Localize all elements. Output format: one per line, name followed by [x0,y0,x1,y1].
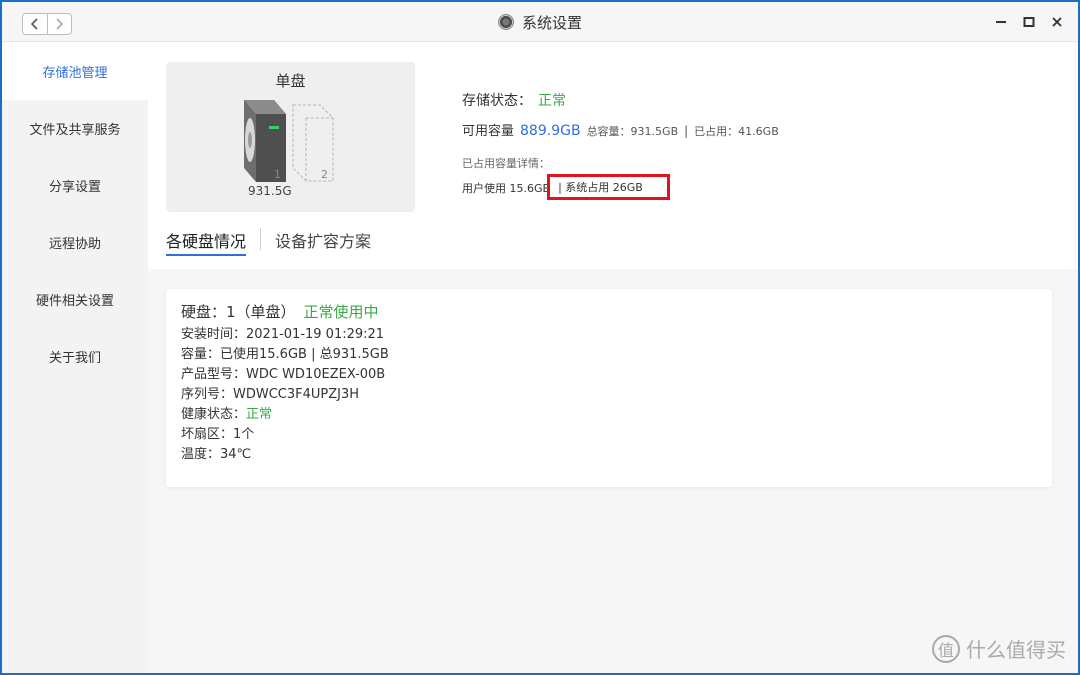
maximize-icon [1023,17,1035,27]
sidebar-item-share-settings[interactable]: 分享设置 [2,157,148,214]
temperature: 温度：34℃ [181,447,252,462]
system-usage-highlight: | 系统占用 26GB [547,174,670,200]
sidebar-item-remote-assist[interactable]: 远程协助 [2,214,148,271]
pool-type-title: 单盘 [275,72,306,90]
sidebar-item-file-sharing[interactable]: 文件及共享服务 [2,100,148,157]
disk-capacity: 容量：已使用15.6GB | 总931.5GB [181,347,389,362]
capacity-line: 可用容量 889.9GB 总容量：931.5GB | 已占用：41.6GB [462,120,779,139]
storage-status: 存储状态： 正常 可用容量 889.9GB 总容量：931.5GB | 已占用：4… [462,90,779,201]
minimize-button[interactable] [994,14,1008,30]
bad-sectors: 坏扇区：1个 [181,427,255,442]
status-label: 存储状态： [462,93,532,109]
disk-name: 硬盘：1（单盘） [181,303,296,321]
status-line: 存储状态： 正常 [462,90,779,110]
health-label: 健康状态： [181,407,247,422]
watermark-logo: 值 [932,634,960,663]
sidebar: 存储池管理 文件及共享服务 分享设置 远程协助 硬件相关设置 关于我们 [2,42,148,673]
tab-disk-status[interactable]: 各硬盘情况 [166,228,247,256]
available-value: 889.9GB [520,123,581,139]
total-capacity: 总容量：931.5GB [586,125,679,138]
install-time: 安装时间：2021-01-19 01:29:21 [181,327,385,342]
usage-detail-line: 用户使用 15.6GB | 系统占用 26GB [462,174,779,201]
sidebar-item-storage-pool[interactable]: 存储池管理 [2,42,148,100]
maximize-button[interactable] [1022,14,1036,30]
sidebar-item-about[interactable]: 关于我们 [2,328,148,385]
app-window: 系统设置 存储池管理 文件及共享服务 分享设置 远程协助 硬件相关设置 关于我们… [0,0,1080,675]
close-icon [1052,17,1062,27]
disk-info-panel: 硬盘：1（单盘） 正常使用中 安装时间：2021-01-19 01:29:21 … [166,289,1052,487]
health-value: 正常 [246,407,273,422]
usage-detail-label: 已占用容量详情： [462,157,550,170]
disk-info-title: 硬盘：1（单盘） 正常使用中 [181,301,1037,322]
capacity-separator: | [684,124,689,138]
health-status: 健康状态：正常 [181,407,1037,422]
serial-number: 序列号：WDWCC3F4UPZJ3H [181,387,360,402]
slot-1-number: 1 [274,168,281,181]
disk-size: 931.5G [248,184,292,198]
settings-app-icon [497,14,514,30]
slot-2-number: 2 [321,168,328,181]
window-controls [994,14,1064,30]
tab-expansion-plan[interactable]: 设备扩容方案 [275,228,371,254]
user-usage: 用户使用 15.6GB [462,182,551,195]
main-content: 单盘 1 2 931.5G 存储状态： 正常 可用容量 889.9GB 总容量：… [148,42,1078,673]
tab-divider [260,228,262,250]
used-capacity: 已占用：41.6GB [694,125,779,138]
disk-use-status: 正常使用中 [303,303,379,321]
status-value: 正常 [538,93,566,109]
product-model: 产品型号：WDC WD10EZEX-00B [181,367,386,382]
title-bar: 系统设置 [2,2,1078,42]
watermark-text: 什么值得买 [966,638,1066,662]
available-label: 可用容量 [462,124,515,139]
watermark: 值 什么值得买 [932,634,1066,663]
storage-summary: 单盘 1 2 931.5G 存储状态： 正常 可用容量 889.9GB 总容量：… [148,42,1078,269]
system-usage: | 系统占用 26GB [558,181,643,194]
sidebar-item-hardware[interactable]: 硬件相关设置 [2,271,148,328]
window-title: 系统设置 [521,13,582,32]
disk-pool-card[interactable]: 单盘 1 2 931.5G [166,62,415,212]
disk-tabs: 各硬盘情况 设备扩容方案 [166,228,371,256]
minimize-icon [996,21,1006,23]
window-title-area: 系统设置 [2,2,1078,42]
disk-info-list: 安装时间：2021-01-19 01:29:21 容量：已使用15.6GB | … [181,327,1037,462]
close-button[interactable] [1050,14,1064,30]
